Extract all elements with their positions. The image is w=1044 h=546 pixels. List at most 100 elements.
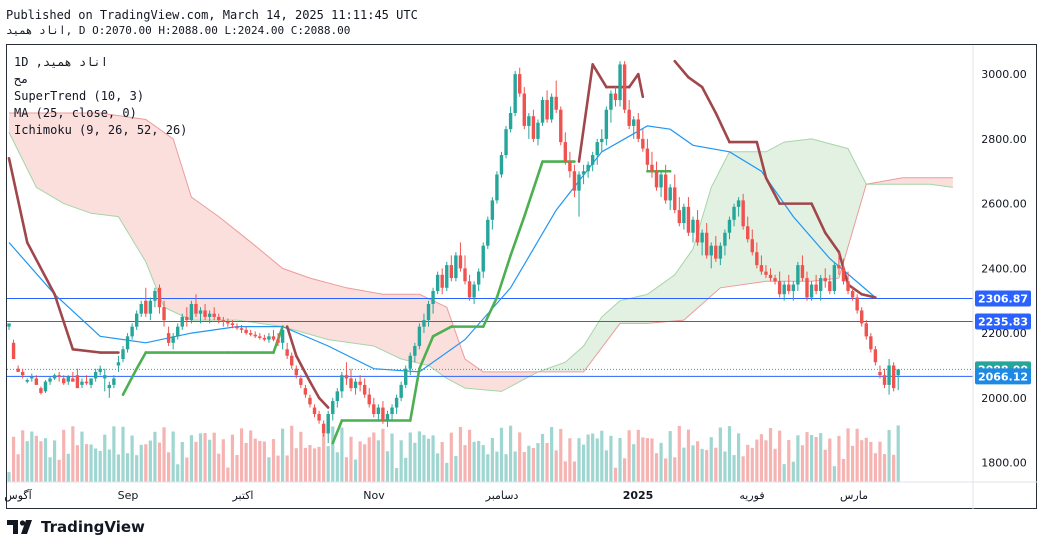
volume-bar (98, 450, 102, 482)
tradingview-brand[interactable]: TradingView (7, 517, 145, 537)
volume-bar (527, 445, 531, 482)
volume-bar (235, 455, 239, 482)
candle-body (549, 96, 554, 120)
volume-bar (768, 428, 773, 482)
candle-body (586, 164, 590, 172)
candle-body (855, 297, 859, 311)
candle-body (335, 391, 340, 402)
volume-bar (7, 472, 11, 482)
candle-body (66, 376, 70, 382)
volume-bar (682, 447, 686, 482)
candle-body (495, 174, 499, 201)
volume-bar (39, 441, 43, 482)
volume-bar (504, 454, 508, 482)
candle-body (449, 265, 454, 279)
candle-body (568, 161, 572, 172)
candle-body (755, 252, 759, 266)
volume-bar (404, 457, 408, 482)
volume-bar (71, 426, 75, 482)
volume-bar (422, 434, 426, 482)
volume-bar (271, 439, 276, 482)
candle-body (873, 349, 878, 363)
candle-body (467, 281, 472, 298)
volume-bar (66, 453, 70, 482)
volume-bar (705, 450, 709, 482)
candle-body (103, 375, 107, 379)
volume-bar (723, 451, 727, 482)
volume-bar (390, 433, 394, 482)
candle-body (112, 378, 116, 385)
volume-bar (426, 438, 431, 482)
candle-body (668, 187, 672, 201)
volume-bar (873, 453, 877, 482)
volume-bar (367, 437, 371, 482)
supertrend-down-segment (687, 76, 704, 89)
volume-bar (467, 429, 472, 482)
volume-bar (595, 438, 599, 482)
volume-bar (645, 438, 649, 482)
supertrend-down-segment (71, 347, 102, 354)
candle-body (121, 349, 125, 359)
candle-body (280, 329, 285, 343)
candle-body (198, 310, 203, 314)
candle-body (440, 274, 444, 288)
volume-bar (198, 433, 203, 482)
legend-ma[interactable]: MA (25, close, 0) (14, 105, 187, 122)
volume-bar (153, 431, 157, 482)
volume-bar (732, 455, 736, 482)
candle-body (454, 255, 458, 279)
volume-bar (299, 431, 303, 482)
candle-body (16, 368, 20, 372)
candle-body (107, 384, 112, 389)
volume-bar (791, 461, 795, 482)
volume-bar (290, 425, 294, 482)
candle-body (814, 284, 818, 292)
volume-bar (107, 449, 111, 482)
volume-bar (25, 441, 29, 482)
candle-body (258, 336, 262, 338)
candle-body (445, 265, 449, 288)
volume-bar (851, 445, 855, 482)
candle-body (185, 316, 189, 321)
candle-body (189, 303, 194, 321)
candle-body (340, 375, 344, 392)
candle-body (75, 375, 80, 389)
candle-body (481, 245, 485, 272)
candle-body (782, 284, 786, 295)
legend-ichimoku[interactable]: Ichimoku (9, 26, 52, 26) (14, 122, 187, 139)
volume-bar (285, 455, 289, 482)
volume-bar (654, 453, 659, 482)
candle-body (846, 281, 850, 292)
volume-bar (267, 457, 271, 482)
candle-body (426, 303, 431, 321)
candle-body (714, 245, 718, 259)
candle-body (30, 376, 34, 379)
candle-body (20, 371, 25, 376)
volume-bar (385, 451, 390, 482)
supertrend-down-segment (673, 59, 690, 79)
candle-body (299, 378, 303, 385)
candle-body (486, 219, 490, 246)
candle-body (226, 321, 230, 324)
volume-bar (796, 435, 800, 482)
candle-body (372, 404, 376, 415)
volume-bar (759, 434, 763, 482)
volume-bar (823, 449, 827, 482)
volume-bar (11, 436, 16, 482)
candle-body (463, 268, 467, 282)
legend-supertrend[interactable]: SuperTrend (10, 3) (14, 88, 187, 105)
volume-bar (372, 432, 376, 482)
price-tick-label: 2600.00 (981, 198, 1027, 211)
volume-bar (472, 441, 476, 482)
volume-bar (203, 433, 207, 482)
candle-body (691, 219, 695, 233)
volume-bar (208, 439, 212, 482)
candle-body (563, 142, 568, 162)
candle-body (71, 378, 75, 382)
volume-bar (522, 452, 526, 482)
volume-bar (778, 430, 782, 482)
price-tag-2306: 2306.87 (978, 293, 1028, 306)
candle-body (600, 138, 604, 143)
volume-bar (458, 426, 463, 482)
candle-body (253, 334, 257, 337)
